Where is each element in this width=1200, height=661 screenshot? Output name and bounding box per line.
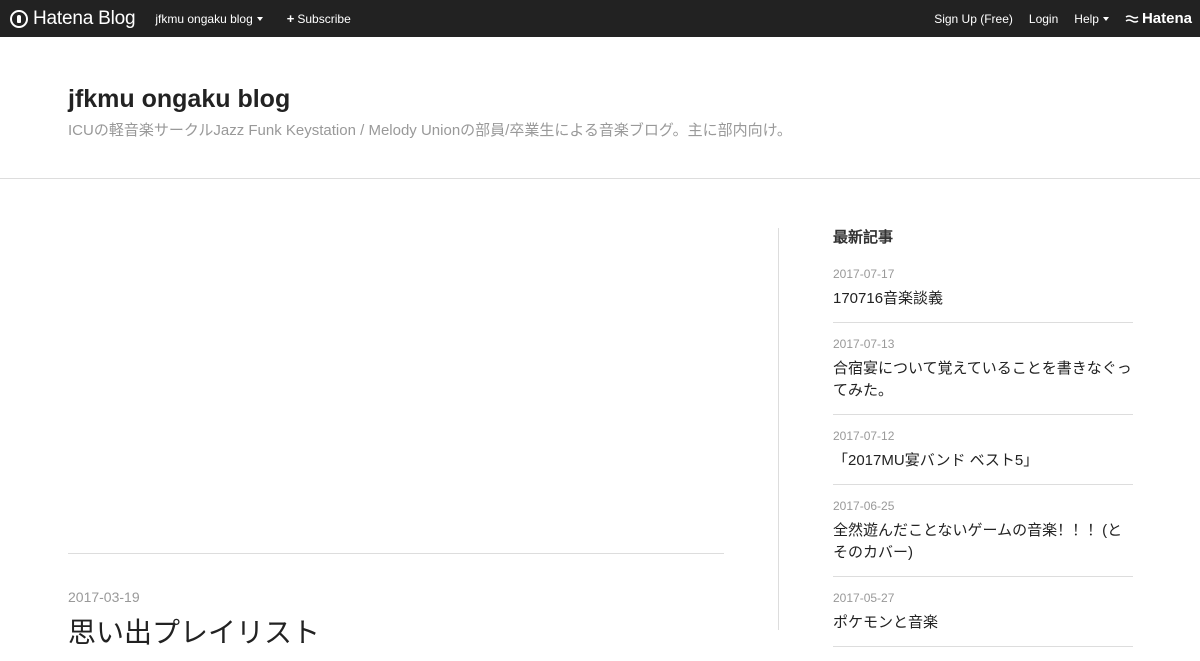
hatena-wave-icon: [1125, 14, 1139, 23]
blog-title[interactable]: jfkmu ongaku blog: [68, 85, 290, 114]
hatena-blog-logo-text: Hatena Blog: [33, 7, 136, 29]
recent-entry: 2017-07-12 「2017MU宴バンド ベスト5」: [833, 429, 1133, 485]
plus-icon: +: [286, 11, 295, 26]
subscribe-button[interactable]: + Subscribe: [287, 11, 351, 26]
ad-space: [68, 179, 724, 553]
recent-entry-date: 2017-05-27: [833, 591, 895, 605]
recent-entries-heading: 最新記事: [833, 229, 894, 246]
hatena-blog-logo-icon: [10, 9, 28, 28]
caret-down-icon: [256, 17, 263, 21]
recent-entry: 2017-05-27 ポケモンと音楽: [833, 591, 1133, 647]
recent-entry-link[interactable]: 合宿宴について覚えていることを書きなぐってみた。: [833, 358, 1133, 402]
help-menu-dropdown[interactable]: Help: [1074, 12, 1109, 26]
recent-entry-link[interactable]: 170716音楽談義: [833, 288, 1133, 310]
main-divider: [68, 553, 724, 554]
recent-entry-link[interactable]: 全然遊んだことないゲームの音楽！！！(とそのカバー): [833, 520, 1133, 564]
recent-entries-list: 2017-07-17 170716音楽談義 2017-07-13 合宿宴について…: [833, 267, 1133, 647]
login-label: Login: [1028, 11, 1059, 26]
recent-entry-date: 2017-07-13: [833, 337, 895, 351]
recent-entry-link[interactable]: 「2017MU宴バンド ベスト5」: [833, 450, 1133, 472]
recent-entry-date: 2017-07-17: [833, 267, 895, 281]
blog-menu-dropdown[interactable]: jfkmu ongaku blog: [155, 11, 263, 26]
entry-title[interactable]: 思い出プレイリスト: [68, 611, 320, 651]
global-header-right: Sign Up (Free) Login Help Hatena: [934, 0, 1200, 37]
signup-label: Sign Up (Free): [934, 11, 1013, 26]
recent-entry-date: 2017-07-12: [833, 429, 895, 443]
main-content: 2017-03-19 思い出プレイリスト: [68, 179, 724, 648]
sidebar: 最新記事 2017-07-17 170716音楽談義 2017-07-13 合宿…: [833, 228, 1133, 661]
recent-entry-date: 2017-06-25: [833, 499, 895, 513]
recent-entry-link[interactable]: ポケモンと音楽: [833, 612, 1133, 634]
global-header-bar: Hatena Blog jfkmu ongaku blog + Subscrib…: [0, 0, 1200, 37]
hatena-logo-text: Hatena: [1141, 10, 1192, 27]
column-divider: [778, 228, 779, 630]
blog-menu-label: jfkmu ongaku blog: [155, 11, 253, 26]
login-link[interactable]: Login: [1029, 12, 1058, 26]
recent-entry: 2017-06-25 全然遊んだことないゲームの音楽！！！(とそのカバー): [833, 499, 1133, 577]
hatena-logo[interactable]: Hatena: [1125, 10, 1192, 27]
help-label: Help: [1074, 11, 1099, 26]
signup-link[interactable]: Sign Up (Free): [934, 12, 1013, 26]
blog-description: ICUの軽音楽サークルJazz Funk Keystation / Melody…: [68, 122, 792, 139]
recent-entry: 2017-07-17 170716音楽談義: [833, 267, 1133, 323]
caret-down-icon: [1102, 17, 1109, 21]
entry-date[interactable]: 2017-03-19: [68, 589, 140, 605]
recent-entry: 2017-07-13 合宿宴について覚えていることを書きなぐってみた。: [833, 337, 1133, 415]
subscribe-label: Subscribe: [297, 11, 351, 26]
global-header-left: Hatena Blog jfkmu ongaku blog + Subscrib…: [10, 0, 351, 37]
hatena-blog-logo[interactable]: Hatena Blog: [10, 7, 136, 30]
blog-header: jfkmu ongaku blog ICUの軽音楽サークルJazz Funk K…: [0, 37, 1200, 179]
